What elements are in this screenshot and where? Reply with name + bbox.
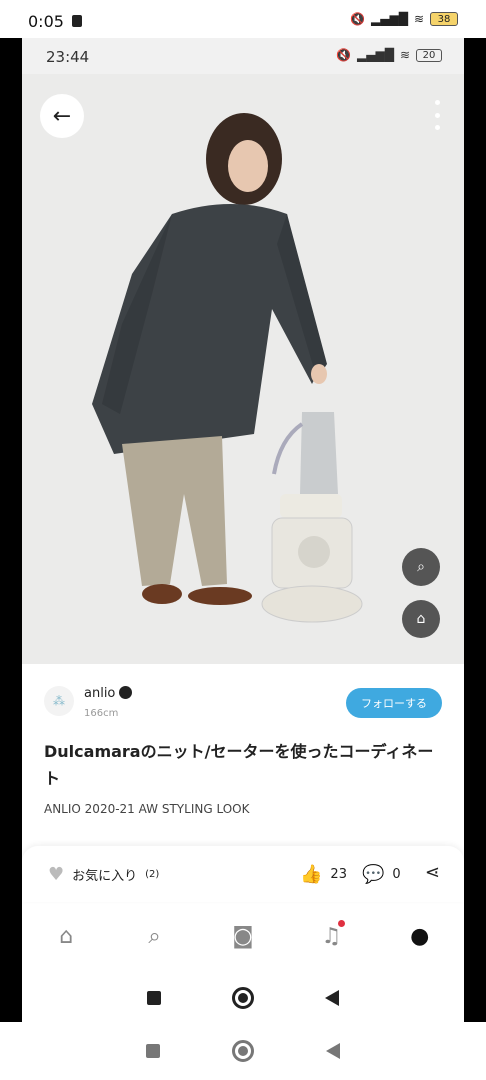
search-icon: ⌕ (148, 923, 161, 949)
notification-dot (338, 920, 346, 927)
like-count: 23 (330, 867, 347, 882)
comment-icon: 💬 (362, 864, 385, 885)
verified-badge-icon (119, 686, 133, 699)
camera-icon: ◙ (232, 923, 254, 949)
bottom-navigation: ⌂ ⌕ ◙ ♫ ● (22, 908, 464, 964)
post-subtitle: ANLIO 2020-21 AW STYLING LOOK (44, 802, 250, 816)
wifi-icon: ≋ (413, 12, 424, 26)
back-arrow-icon: ← (52, 103, 72, 129)
favorite-button[interactable]: ♥ お気に入り (2) (48, 864, 159, 885)
recents-icon[interactable] (147, 991, 162, 1005)
favorite-count: (2) (145, 869, 160, 880)
inner-system-nav (22, 974, 464, 1022)
home-button-icon[interactable] (232, 1040, 254, 1062)
follow-button[interactable]: フォローする (346, 688, 442, 718)
wifi-icon: ≋ (399, 48, 410, 62)
share-button[interactable]: ⋖ (425, 862, 440, 883)
action-bar: ♥ お気に入り (2) 👍 23 💬 0 ⋖ (22, 846, 464, 902)
nav-home[interactable]: ⌂ (46, 916, 86, 956)
nav-notifications[interactable]: ♫ (311, 916, 351, 956)
home-button-icon[interactable] (231, 987, 254, 1009)
left-bezel (0, 38, 22, 1022)
nav-profile[interactable]: ● (400, 916, 440, 956)
back-triangle-icon[interactable] (324, 990, 339, 1006)
back-button[interactable]: ← (40, 94, 84, 138)
inner-status-icons: 🔇 ▂▄▆█ ≋ 20 (336, 48, 442, 62)
mute-icon: 🔇 (336, 48, 352, 62)
comment-button[interactable]: 💬 0 (362, 864, 401, 885)
heart-icon: ♥ (48, 864, 65, 885)
avatar[interactable]: ⁂ (44, 686, 74, 716)
more-vertical-icon (434, 100, 440, 105)
profile-icon: ● (410, 923, 430, 949)
outfit-photo[interactable]: ← ⌕ ⌂ (22, 74, 464, 664)
outer-clock: 0:05 (28, 12, 64, 31)
outer-system-nav (0, 1022, 486, 1080)
share-icon: ⋖ (424, 862, 440, 883)
tag-icon: ⌂ (416, 611, 426, 627)
post-title: Dulcamaraのニット/セーターを使ったコーディネート (44, 742, 434, 788)
home-icon: ⌂ (59, 923, 74, 949)
author-row: ⁂ anlio 166cm フォローする (22, 682, 464, 732)
back-triangle-icon[interactable] (326, 1043, 340, 1059)
author-name[interactable]: anlio (84, 686, 133, 701)
model-photo-illustration (92, 113, 363, 623)
tag-button[interactable]: ⌂ (402, 600, 440, 638)
lock-icon (72, 15, 82, 27)
comment-count: 0 (392, 867, 401, 882)
recents-icon[interactable] (146, 1044, 160, 1058)
battery-icon: 20 (416, 48, 442, 62)
outer-status-bar: 0:05 🔇 ▂▄▆█ ≋ 38 (0, 0, 486, 38)
author-height: 166cm (84, 708, 119, 719)
battery-icon: 38 (430, 12, 458, 26)
inner-status-bar: 23:44 🔇 ▂▄▆█ ≋ 20 (22, 38, 464, 74)
mute-icon: 🔇 (350, 12, 366, 26)
zoom-search-icon: ⌕ (417, 559, 425, 575)
inner-clock: 23:44 (46, 48, 90, 66)
app-screen: 23:44 🔇 ▂▄▆█ ≋ 20 ← ⌕ ⌂ ⁂ anlio 166cm フォ… (22, 38, 464, 1022)
outer-status-icons: 🔇 ▂▄▆█ ≋ 38 (350, 12, 458, 26)
nav-camera[interactable]: ◙ (223, 916, 263, 956)
signal-icon: ▂▄▆█ (357, 48, 394, 62)
thumbs-up-icon: 👍 (300, 864, 323, 885)
image-search-button[interactable]: ⌕ (402, 548, 440, 586)
bell-icon: ♫ (321, 923, 342, 949)
right-bezel (464, 38, 486, 1022)
like-button[interactable]: 👍 23 (300, 864, 347, 885)
nav-search[interactable]: ⌕ (135, 916, 175, 956)
signal-icon: ▂▄▆█ (371, 12, 408, 26)
more-options-button[interactable] (432, 100, 442, 130)
